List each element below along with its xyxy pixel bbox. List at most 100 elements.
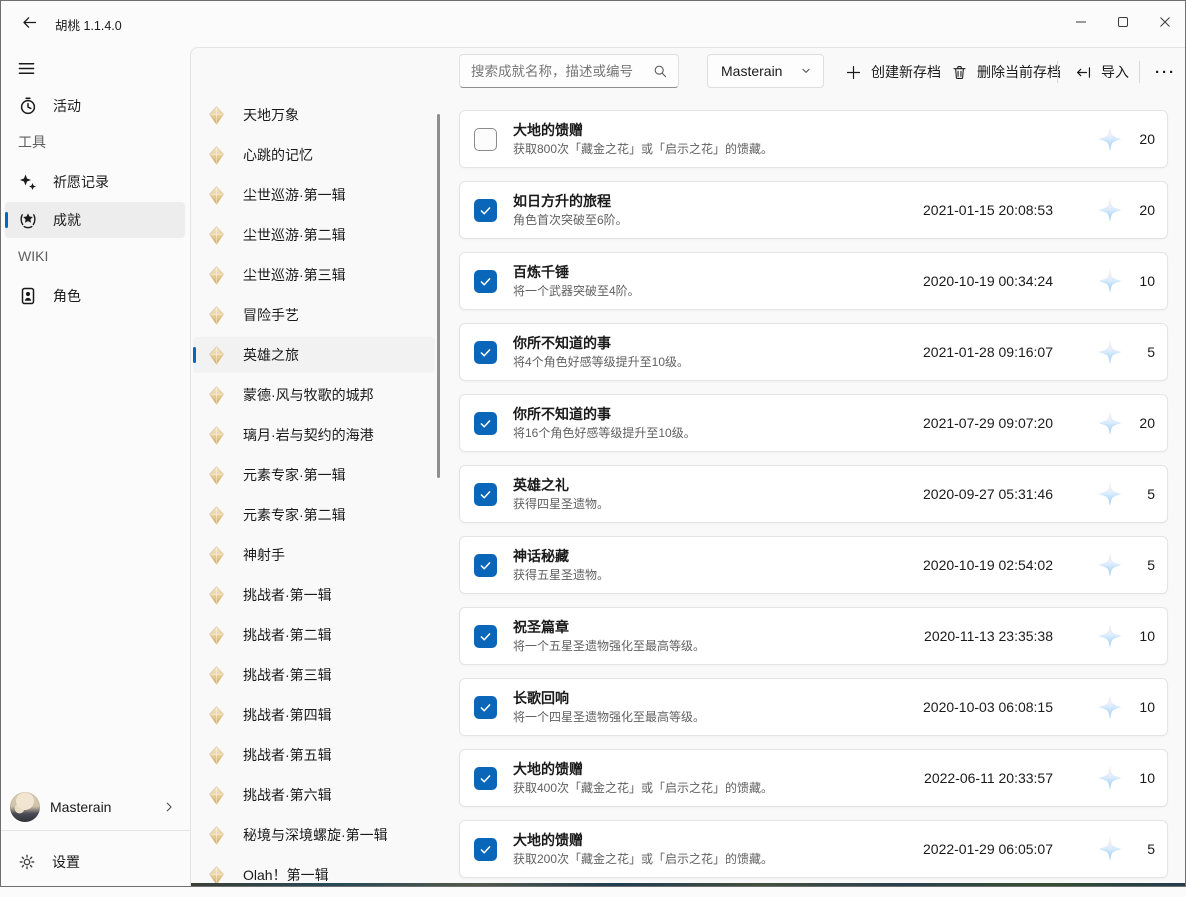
achievement-card[interactable]: 百炼千锤将一个武器突破至4阶。2020-10-19 00:34:2410: [459, 252, 1168, 310]
gear-icon: [18, 853, 36, 871]
achievement-checkbox[interactable]: [474, 199, 497, 222]
achievement-checkbox[interactable]: [474, 625, 497, 648]
completion-date: 2020-11-13 23:35:38: [924, 628, 1053, 644]
achievement-description: 获取400次「藏金之花」或「启示之花」的馈藏。: [513, 781, 924, 796]
primogem-icon: [1097, 623, 1123, 649]
category-scrollbar[interactable]: [437, 114, 440, 478]
create-archive-button[interactable]: 创建新存档: [837, 56, 949, 88]
achievement-checkbox[interactable]: [474, 128, 497, 151]
category-item[interactable]: 神射手: [193, 537, 435, 573]
achievement-checkbox[interactable]: [474, 483, 497, 506]
selection-indicator: [193, 347, 196, 363]
category-item[interactable]: 元素专家·第一辑: [193, 457, 435, 493]
archive-selector[interactable]: Masterain: [707, 54, 824, 88]
category-item[interactable]: 璃月·岩与契约的海港: [193, 417, 435, 453]
achievement-checkbox[interactable]: [474, 838, 497, 861]
category-item[interactable]: 心跳的记忆: [193, 137, 435, 173]
category-item[interactable]: 英雄之旅: [193, 337, 435, 373]
achievement-checkbox[interactable]: [474, 696, 497, 719]
achievement-description: 获得四星圣遗物。: [513, 497, 923, 512]
category-item[interactable]: 尘世巡游·第三辑: [193, 257, 435, 293]
category-label: 天地万象: [243, 105, 299, 125]
category-item[interactable]: 冒险手艺: [193, 297, 435, 333]
category-item[interactable]: Olah！第一辑: [193, 857, 435, 893]
achievement-checkbox[interactable]: [474, 412, 497, 435]
achievement-title: 大地的馈赠: [513, 122, 1053, 139]
primogem-icon: [1097, 339, 1123, 365]
category-gem-icon: [206, 665, 227, 686]
reward-count: 10: [1129, 699, 1155, 715]
sidebar-nav: 活动工具祈愿记录成就WIKI角色: [0, 88, 190, 316]
achievement-card[interactable]: 长歌回响将一个四星圣遗物强化至最高等级。2020-10-03 06:08:151…: [459, 678, 1168, 736]
achievement-checkbox[interactable]: [474, 767, 497, 790]
search-input[interactable]: [460, 64, 648, 79]
category-label: 秘境与深境螺旋·第一辑: [243, 825, 388, 845]
category-item[interactable]: 元素专家·第二辑: [193, 497, 435, 533]
achievement-title: 大地的馈赠: [513, 832, 923, 849]
category-label: 挑战者·第一辑: [243, 585, 332, 605]
delete-archive-label: 删除当前存档: [977, 62, 1061, 82]
close-button[interactable]: [1144, 0, 1186, 44]
category-gem-icon: [206, 385, 227, 406]
category-item[interactable]: 挑战者·第四辑: [193, 697, 435, 733]
achievement-checkbox[interactable]: [474, 270, 497, 293]
completion-date: 2020-10-03 06:08:15: [923, 699, 1053, 715]
category-gem-icon: [206, 185, 227, 206]
reward-count: 5: [1129, 841, 1155, 857]
category-item[interactable]: 尘世巡游·第二辑: [193, 217, 435, 253]
category-item[interactable]: 挑战者·第三辑: [193, 657, 435, 693]
reward-count: 20: [1129, 415, 1155, 431]
sidebar-item-wish-records[interactable]: 祈愿记录: [5, 164, 185, 200]
search-icon[interactable]: [652, 63, 668, 79]
achievement-card[interactable]: 大地的馈赠获取800次「藏金之花」或「启示之花」的馈藏。20: [459, 110, 1168, 168]
category-item[interactable]: 挑战者·第二辑: [193, 617, 435, 653]
category-item[interactable]: 蒙德·风与牧歌的城邦: [193, 377, 435, 413]
achievement-card[interactable]: 大地的馈赠获取400次「藏金之花」或「启示之花」的馈藏。2022-06-11 2…: [459, 749, 1168, 807]
achievement-card[interactable]: 如日方升的旅程角色首次突破至6阶。2021-01-15 20:08:5320: [459, 181, 1168, 239]
minimize-button[interactable]: [1060, 0, 1102, 44]
primogem-icon: [1097, 552, 1123, 578]
category-item[interactable]: 天地万象: [193, 97, 435, 133]
check-icon: [478, 700, 493, 715]
category-item[interactable]: 挑战者·第五辑: [193, 737, 435, 773]
achievement-title: 你所不知道的事: [513, 335, 923, 352]
category-item[interactable]: 尘世巡游·第一辑: [193, 177, 435, 213]
user-profile[interactable]: Masterain: [0, 788, 190, 826]
achievement-card[interactable]: 英雄之礼获得四星圣遗物。2020-09-27 05:31:465: [459, 465, 1168, 523]
sidebar-section-header: WIKI: [18, 246, 190, 266]
hamburger-menu-button[interactable]: [8, 52, 44, 84]
maximize-button[interactable]: [1102, 0, 1144, 44]
achievement-card[interactable]: 你所不知道的事将4个角色好感等级提升至10级。2021-01-28 09:16:…: [459, 323, 1168, 381]
category-label: 元素专家·第一辑: [243, 465, 346, 485]
achievement-text: 大地的馈赠获取400次「藏金之花」或「启示之花」的馈藏。: [513, 761, 924, 796]
achievement-checkbox[interactable]: [474, 554, 497, 577]
back-button[interactable]: [12, 8, 46, 36]
achievement-description: 获取800次「藏金之花」或「启示之花」的馈藏。: [513, 142, 1053, 157]
sidebar-item-characters[interactable]: 角色: [5, 278, 185, 314]
category-item[interactable]: 秘境与深境螺旋·第一辑: [193, 817, 435, 853]
achievement-card[interactable]: 神话秘藏获得五星圣遗物。2020-10-19 02:54:025: [459, 536, 1168, 594]
delete-archive-button[interactable]: 删除当前存档: [943, 56, 1069, 88]
achievement-text: 如日方升的旅程角色首次突破至6阶。: [513, 193, 923, 228]
category-label: 挑战者·第四辑: [243, 705, 332, 725]
category-item[interactable]: 挑战者·第六辑: [193, 777, 435, 813]
category-gem-icon: [206, 585, 227, 606]
achievement-description: 将16个角色好感等级提升至10级。: [513, 426, 923, 441]
sidebar-item-activity[interactable]: 活动: [5, 88, 185, 124]
achievement-checkbox[interactable]: [474, 341, 497, 364]
primogem-icon: [1097, 268, 1123, 294]
achievement-description: 获得五星圣遗物。: [513, 568, 923, 583]
sidebar-item-achievements[interactable]: 成就: [5, 202, 185, 238]
sidebar-item-settings[interactable]: 设置: [5, 844, 185, 880]
primogem-icon: [1097, 836, 1123, 862]
achievement-card[interactable]: 祝圣篇章将一个五星圣遗物强化至最高等级。2020-11-13 23:35:381…: [459, 607, 1168, 665]
completion-date: 2022-01-29 06:05:07: [923, 841, 1053, 857]
toolbar-separator: [1139, 61, 1140, 83]
more-button[interactable]: ···: [1145, 56, 1186, 88]
check-icon: [478, 842, 493, 857]
import-button[interactable]: 导入: [1067, 56, 1137, 88]
achievement-card[interactable]: 你所不知道的事将16个角色好感等级提升至10级。2021-07-29 09:07…: [459, 394, 1168, 452]
achievement-card[interactable]: 大地的馈赠获取200次「藏金之花」或「启示之花」的馈藏。2022-01-29 0…: [459, 820, 1168, 878]
achievement-text: 祝圣篇章将一个五星圣遗物强化至最高等级。: [513, 619, 924, 654]
category-item[interactable]: 挑战者·第一辑: [193, 577, 435, 613]
